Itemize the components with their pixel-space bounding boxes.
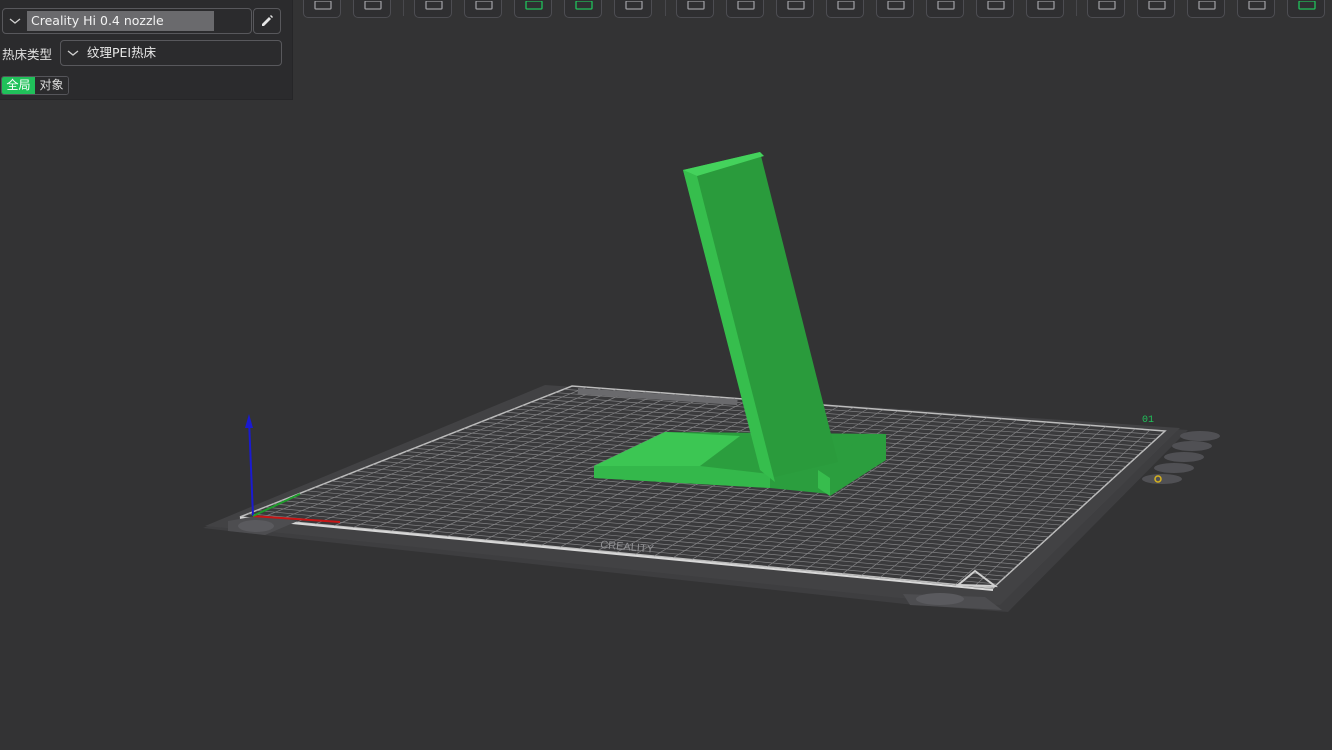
- slice-view-button[interactable]: [1187, 0, 1225, 18]
- chevron-down-icon: [67, 50, 79, 56]
- layers-button[interactable]: [826, 0, 864, 18]
- cut-plane-icon: [625, 1, 643, 10]
- text-tool-button[interactable]: [1026, 0, 1064, 18]
- settings-gear-icon: [737, 1, 755, 10]
- chevron-down-icon: [9, 18, 21, 24]
- layout-button[interactable]: [676, 0, 714, 18]
- cut-plane-button[interactable]: [614, 0, 652, 18]
- hollow-button[interactable]: [876, 0, 914, 18]
- layout-icon: [687, 1, 705, 10]
- layers-icon: [837, 1, 855, 10]
- bed-type-label: 热床类型: [2, 47, 53, 62]
- grid-plate-button[interactable]: [353, 0, 391, 18]
- measure-button[interactable]: [926, 0, 964, 18]
- measure-icon: [937, 1, 955, 10]
- color-paint-icon: [1248, 1, 1266, 10]
- arrange-button[interactable]: [464, 0, 502, 18]
- edit-printer-button[interactable]: [253, 8, 281, 34]
- split-objects-icon: [575, 1, 593, 10]
- orient-button[interactable]: [414, 0, 452, 18]
- split-objects-button[interactable]: [564, 0, 602, 18]
- support-icon: [787, 1, 805, 10]
- orient-icon: [425, 1, 443, 10]
- assembly-text-icon: [1298, 1, 1316, 10]
- toolbar-separator: [403, 0, 404, 16]
- plate-number-label: 01: [1142, 415, 1154, 426]
- boolean-icon: [987, 1, 1005, 10]
- seam-paint-button[interactable]: [1087, 0, 1125, 18]
- pencil-icon: [262, 15, 273, 26]
- seam-paint-icon: [1098, 1, 1116, 10]
- 3d-viewport[interactable]: CREALITY 01: [0, 0, 1332, 750]
- build-plate: CREALITY 01: [203, 385, 1220, 612]
- paint-bed-button[interactable]: [514, 0, 552, 18]
- bed-type-value: 纹理PEI热床: [87, 45, 157, 60]
- scope-global-tab[interactable]: 全局: [2, 77, 35, 94]
- hollow-icon: [887, 1, 905, 10]
- fuzzy-skin-button[interactable]: [1137, 0, 1175, 18]
- slice-view-icon: [1198, 1, 1216, 10]
- fuzzy-skin-icon: [1148, 1, 1166, 10]
- toolbar-separator: [1076, 0, 1077, 16]
- text-tool-icon: [1037, 1, 1055, 10]
- arrange-icon: [475, 1, 493, 10]
- scope-object-tab[interactable]: 对象: [35, 77, 68, 94]
- grid-plate-icon: [364, 1, 382, 10]
- add-cube-button[interactable]: [303, 0, 341, 18]
- printer-settings-panel: Creality Hi 0.4 nozzle 热床类型 纹理PEI热床 全局 对…: [0, 0, 293, 100]
- add-cube-icon: [314, 1, 332, 10]
- bed-type-dropdown[interactable]: 纹理PEI热床: [60, 40, 282, 66]
- toolbar-separator: [665, 0, 666, 16]
- printer-preset-value: Creality Hi 0.4 nozzle: [27, 11, 214, 31]
- boolean-button[interactable]: [976, 0, 1014, 18]
- printer-preset-dropdown[interactable]: Creality Hi 0.4 nozzle: [2, 8, 252, 34]
- assembly-text-button[interactable]: [1287, 0, 1325, 18]
- paint-bed-icon: [525, 1, 543, 10]
- settings-gear-button[interactable]: [726, 0, 764, 18]
- support-button[interactable]: [776, 0, 814, 18]
- settings-scope-toggle: 全局 对象: [1, 76, 69, 95]
- color-paint-button[interactable]: [1237, 0, 1275, 18]
- top-toolbar: [300, 0, 1332, 20]
